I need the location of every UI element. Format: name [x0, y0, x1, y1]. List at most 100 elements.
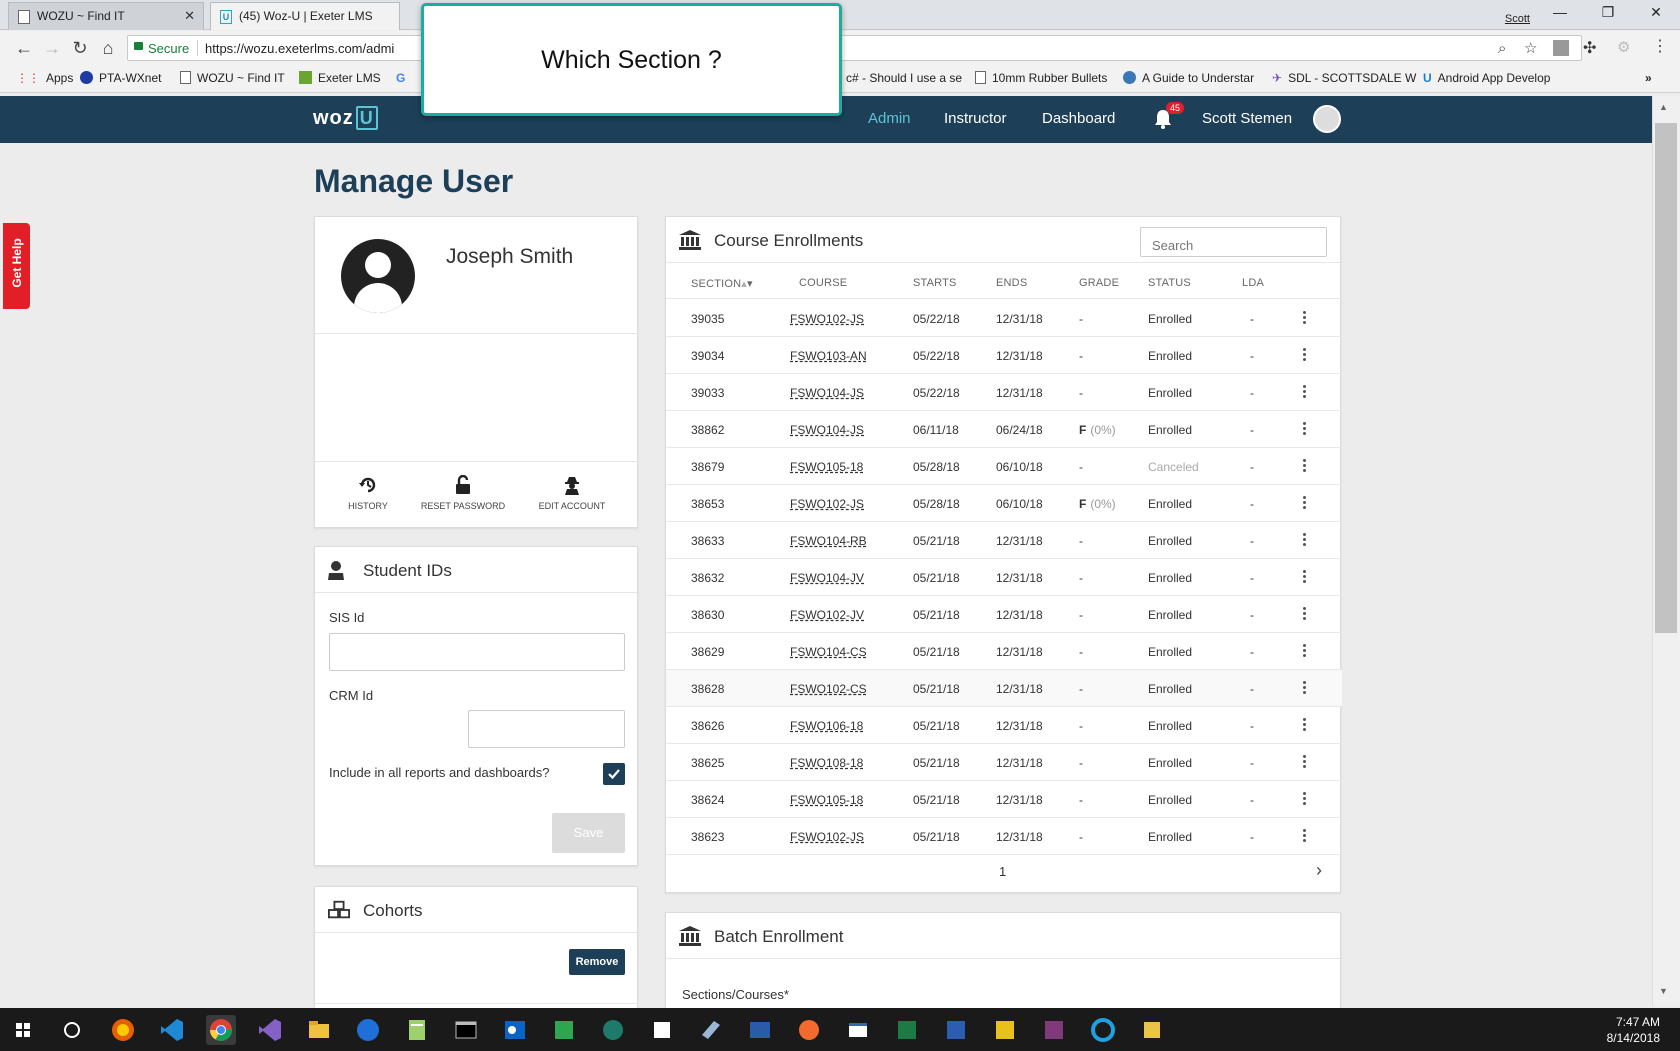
extension-icon[interactable]: [1553, 40, 1569, 56]
file-explorer-icon[interactable]: [304, 1015, 334, 1045]
crm-id-input[interactable]: [468, 710, 625, 748]
powershell-icon[interactable]: [745, 1015, 775, 1045]
app-icon[interactable]: [1137, 1015, 1167, 1045]
outlook-icon[interactable]: [500, 1015, 530, 1045]
cell-course[interactable]: FSWO106-18: [790, 719, 863, 733]
include-reports-checkbox[interactable]: [603, 763, 625, 785]
onenote-icon[interactable]: [1039, 1015, 1069, 1045]
restore-icon[interactable]: ❐: [1588, 4, 1628, 26]
google-icon[interactable]: G: [396, 71, 405, 85]
skype-business-icon[interactable]: [549, 1015, 579, 1045]
remove-button[interactable]: Remove: [569, 949, 625, 975]
internet-explorer-icon[interactable]: [1088, 1015, 1118, 1045]
kebab-menu-icon[interactable]: [1303, 385, 1307, 399]
col-status[interactable]: STATUS: [1148, 277, 1191, 289]
kebab-menu-icon[interactable]: [1303, 718, 1307, 732]
save-button[interactable]: Save: [552, 813, 625, 853]
page-number[interactable]: 1: [999, 864, 1006, 879]
history-button[interactable]: HISTORY: [323, 475, 413, 511]
cell-course[interactable]: FSWO105-18: [790, 793, 863, 807]
more-bookmarks-icon[interactable]: »: [1645, 71, 1652, 85]
nav-instructor[interactable]: Instructor: [944, 110, 1007, 127]
scrollbar-thumb[interactable]: [1655, 123, 1677, 633]
enrollment-search-input[interactable]: [1140, 227, 1327, 257]
kebab-menu-icon[interactable]: [1303, 792, 1307, 806]
col-starts[interactable]: STARTS: [913, 277, 957, 289]
windows-start-icon[interactable]: [8, 1015, 38, 1045]
bookmark-android[interactable]: U Android App Develop: [1423, 71, 1550, 85]
cell-course[interactable]: FSWO102-JS: [790, 312, 864, 326]
gear-icon[interactable]: ⚙: [1617, 38, 1630, 56]
kebab-menu-icon[interactable]: [1303, 459, 1307, 473]
cell-course[interactable]: FSWO102-JS: [790, 497, 864, 511]
menu-icon[interactable]: ⋮: [1652, 36, 1668, 56]
bookmark-rubber-bullets[interactable]: 10mm Rubber Bullets: [975, 71, 1107, 85]
window-user-label[interactable]: Scott: [1505, 13, 1530, 25]
browser-tab-exeter-lms[interactable]: U (45) Woz-U | Exeter LMS: [210, 2, 400, 30]
visual-studio-icon[interactable]: [255, 1015, 285, 1045]
nav-admin[interactable]: Admin: [868, 110, 911, 127]
cell-course[interactable]: FSWO102-JS: [790, 830, 864, 844]
kebab-menu-icon[interactable]: [1303, 681, 1307, 695]
cell-course[interactable]: FSWO104-JV: [790, 571, 864, 585]
extension-icon[interactable]: ✣: [1583, 38, 1596, 58]
chevron-right-icon[interactable]: ›: [1316, 860, 1322, 881]
bookmark-exeter[interactable]: Exeter LMS: [299, 71, 381, 85]
kebab-menu-icon[interactable]: [1303, 607, 1307, 621]
star-icon[interactable]: ☆: [1524, 39, 1537, 57]
cell-course[interactable]: FSWO104-JS: [790, 386, 864, 400]
app-icon[interactable]: [598, 1015, 628, 1045]
scroll-up-icon[interactable]: ▲: [1659, 102, 1668, 112]
scroll-down-icon[interactable]: ▼: [1659, 986, 1668, 996]
cell-course[interactable]: FSWO103-AN: [790, 349, 867, 363]
kebab-menu-icon[interactable]: [1303, 422, 1307, 436]
search-icon[interactable]: [57, 1015, 87, 1045]
col-grade[interactable]: GRADE: [1079, 277, 1119, 289]
bookmark-guide[interactable]: A Guide to Understar: [1123, 71, 1254, 85]
kebab-menu-icon[interactable]: [1303, 644, 1307, 658]
avatar[interactable]: [1313, 105, 1341, 133]
close-window-icon[interactable]: ✕: [1636, 4, 1676, 26]
cell-course[interactable]: FSWO104-CS: [790, 645, 867, 659]
cell-course[interactable]: FSWO104-RB: [790, 534, 867, 548]
bookmark-csharp[interactable]: c# - Should I use a se: [846, 71, 962, 85]
terminal-icon[interactable]: [451, 1015, 481, 1045]
col-ends[interactable]: ENDS: [996, 277, 1027, 289]
reload-icon[interactable]: ↻: [70, 38, 90, 58]
kebab-menu-icon[interactable]: [1303, 829, 1307, 843]
kebab-menu-icon[interactable]: [1303, 348, 1307, 362]
excel-icon[interactable]: [892, 1015, 922, 1045]
sis-id-input[interactable]: [329, 633, 625, 671]
cell-course[interactable]: FSWO102-JV: [790, 608, 864, 622]
col-course[interactable]: COURSE: [799, 277, 847, 289]
word-icon[interactable]: [941, 1015, 971, 1045]
browser-tab-find-it[interactable]: WOZU ~ Find IT ✕: [8, 2, 204, 30]
firefox-icon[interactable]: [108, 1015, 138, 1045]
notepad-icon[interactable]: [402, 1015, 432, 1045]
col-section[interactable]: SECTION▴▾: [691, 277, 753, 290]
kebab-menu-icon[interactable]: [1303, 755, 1307, 769]
bookmark-pta[interactable]: PTA-WXnet: [80, 71, 161, 85]
url-field[interactable]: Secure https://wozu.exeterlms.com/admi ⌕…: [127, 35, 1582, 61]
firefox-dev-icon[interactable]: [353, 1015, 383, 1045]
user-menu-name[interactable]: Scott Stemen: [1202, 110, 1292, 127]
cell-course[interactable]: FSWO105-18: [790, 460, 863, 474]
cell-course[interactable]: FSWO102-CS: [790, 682, 867, 696]
edit-account-button[interactable]: EDIT ACCOUNT: [527, 475, 617, 511]
zoom-icon[interactable]: ⌕: [1498, 40, 1506, 57]
cell-course[interactable]: FSWO104-JS: [790, 423, 864, 437]
app-icon[interactable]: [843, 1015, 873, 1045]
chrome-icon[interactable]: [206, 1015, 236, 1045]
app-icon[interactable]: [794, 1015, 824, 1045]
kebab-menu-icon[interactable]: [1303, 496, 1307, 510]
forward-icon[interactable]: →: [42, 38, 62, 58]
get-help-tab[interactable]: Get Help: [3, 223, 30, 309]
minimize-icon[interactable]: —: [1540, 4, 1580, 26]
col-lda[interactable]: LDA: [1242, 277, 1264, 289]
kebab-menu-icon[interactable]: [1303, 533, 1307, 547]
snipping-tool-icon[interactable]: [647, 1015, 677, 1045]
bookmark-sdl[interactable]: ✈ SDL - SCOTTSDALE W: [1272, 71, 1416, 85]
back-icon[interactable]: ←: [14, 38, 34, 58]
kebab-menu-icon[interactable]: [1303, 311, 1307, 325]
vscode-icon[interactable]: [157, 1015, 187, 1045]
